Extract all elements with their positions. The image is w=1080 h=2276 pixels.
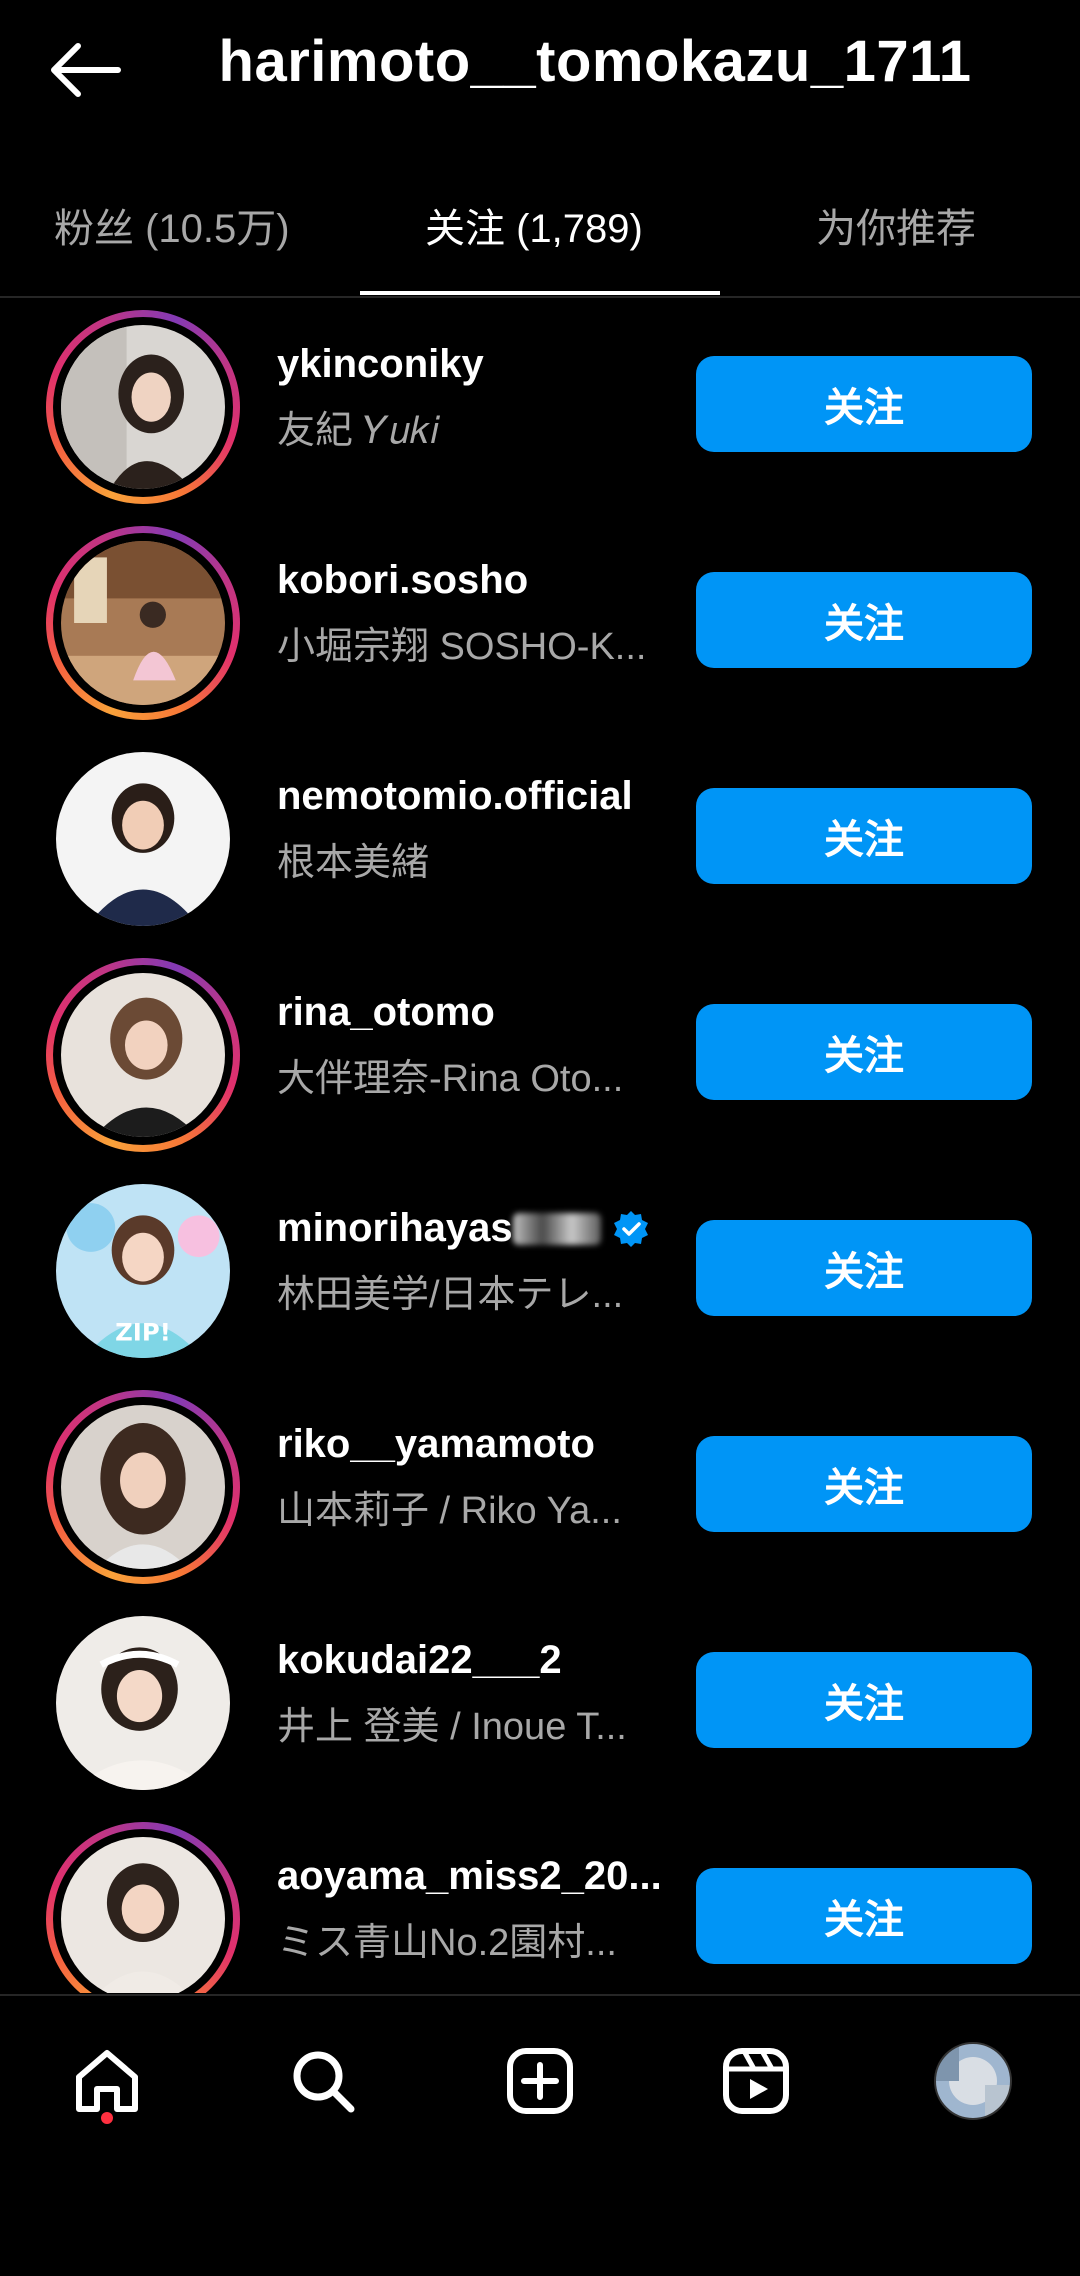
profile-avatar-icon [934, 2042, 1012, 2120]
profile-photo [61, 1837, 225, 1993]
bottom-navigation [0, 1994, 1080, 2276]
header: harimoto__tomokazu_1711 [0, 0, 1080, 140]
full-name: 大伴理奈-Rina Oto... [277, 1058, 624, 1100]
nav-profile[interactable] [928, 2036, 1018, 2126]
tab-following[interactable]: 关注 (1,789) [425, 196, 643, 254]
full-name: 小堀宗翔 SOSHO-K... [277, 626, 647, 668]
profile-photo: ZIP! [56, 1184, 230, 1358]
list-item: ykinconiky 友紀 𝑌𝑢𝑘𝑖 关注 [0, 300, 1080, 516]
username[interactable]: kobori.sosho [277, 558, 667, 603]
full-name: 林田美学/日本テレ... [277, 1274, 624, 1316]
tab-bar: 粉丝 (10.5万) 关注 (1,789) 为你推荐 [0, 160, 1080, 298]
create-post-icon [507, 2048, 573, 2114]
follow-button[interactable]: 关注 [696, 1436, 1032, 1532]
list-item: kokudai22___2 井上 登美 / Inoue T... 关注 [0, 1596, 1080, 1812]
follow-button[interactable]: 关注 [696, 356, 1032, 452]
list-item: kobori.sosho 小堀宗翔 SOSHO-K... 关注 [0, 516, 1080, 732]
avatar[interactable] [46, 1390, 240, 1584]
profile-photo [61, 1405, 225, 1569]
profile-photo [56, 752, 230, 926]
username[interactable]: aoyama_miss2_20... [277, 1854, 667, 1899]
profile-photo [56, 1616, 230, 1790]
username[interactable]: riko__yamamoto [277, 1422, 667, 1467]
follow-button[interactable]: 关注 [696, 788, 1032, 884]
nav-reels[interactable] [711, 2036, 801, 2126]
back-button[interactable] [40, 30, 130, 110]
follow-button[interactable]: 关注 [696, 1652, 1032, 1748]
profile-photo [61, 541, 225, 705]
nav-search[interactable] [278, 2036, 368, 2126]
reels-icon [723, 2048, 789, 2114]
username[interactable]: nemotomio.official [277, 774, 667, 819]
full-name: 根本美緒 [277, 842, 430, 884]
back-arrow-icon [51, 43, 121, 97]
nav-create[interactable] [495, 2036, 585, 2126]
full-name: 友紀 𝑌𝑢𝑘𝑖 [277, 410, 441, 452]
svg-text:ZIP!: ZIP! [115, 1318, 171, 1347]
notification-dot [101, 2112, 113, 2124]
list-item: riko__yamamoto 山本莉子 / Riko Ya... 关注 [0, 1380, 1080, 1596]
profile-photo [61, 973, 225, 1137]
avatar[interactable] [46, 742, 240, 936]
list-item: aoyama_miss2_20... ミス青山No.2園村... 关注 [0, 1812, 1080, 1993]
profile-photo [61, 325, 225, 489]
username[interactable]: minorihayas [277, 1206, 667, 1251]
avatar[interactable] [46, 1822, 240, 1993]
list-item: nemotomio.official 根本美緒 关注 [0, 732, 1080, 948]
full-name: 山本莉子 / Riko Ya... [277, 1490, 622, 1532]
avatar[interactable] [46, 310, 240, 504]
following-list[interactable]: ykinconiky 友紀 𝑌𝑢𝑘𝑖 关注 kobori.sosho 小堀宗翔 … [0, 300, 1080, 1993]
tab-suggested[interactable]: 为你推荐 [816, 196, 976, 254]
list-item: ZIP! minorihayas 林田美学/日本テレ... 关注 [0, 1164, 1080, 1380]
verified-badge-icon [613, 1210, 648, 1247]
avatar[interactable] [46, 958, 240, 1152]
home-icon [76, 2050, 138, 2112]
avatar[interactable] [46, 526, 240, 720]
follow-button[interactable]: 关注 [696, 1220, 1032, 1316]
follow-button[interactable]: 关注 [696, 1004, 1032, 1100]
avatar[interactable] [46, 1606, 240, 1800]
list-item: rina_otomo 大伴理奈-Rina Oto... 关注 [0, 948, 1080, 1164]
username[interactable]: kokudai22___2 [277, 1638, 667, 1683]
redacted-text [512, 1212, 601, 1245]
search-icon [293, 2051, 355, 2113]
full-name: ミス青山No.2園村... [277, 1922, 617, 1964]
page-title: harimoto__tomokazu_1711 [218, 29, 972, 94]
tab-followers[interactable]: 粉丝 (10.5万) [54, 196, 290, 254]
username[interactable]: ykinconiky [277, 342, 667, 387]
active-tab-indicator [360, 291, 720, 295]
following-list-screen: harimoto__tomokazu_1711 粉丝 (10.5万) 关注 (1… [0, 0, 1080, 2276]
follow-button[interactable]: 关注 [696, 572, 1032, 668]
full-name: 井上 登美 / Inoue T... [277, 1706, 627, 1748]
username[interactable]: rina_otomo [277, 990, 667, 1035]
avatar[interactable]: ZIP! [46, 1174, 240, 1368]
follow-button[interactable]: 关注 [696, 1868, 1032, 1964]
